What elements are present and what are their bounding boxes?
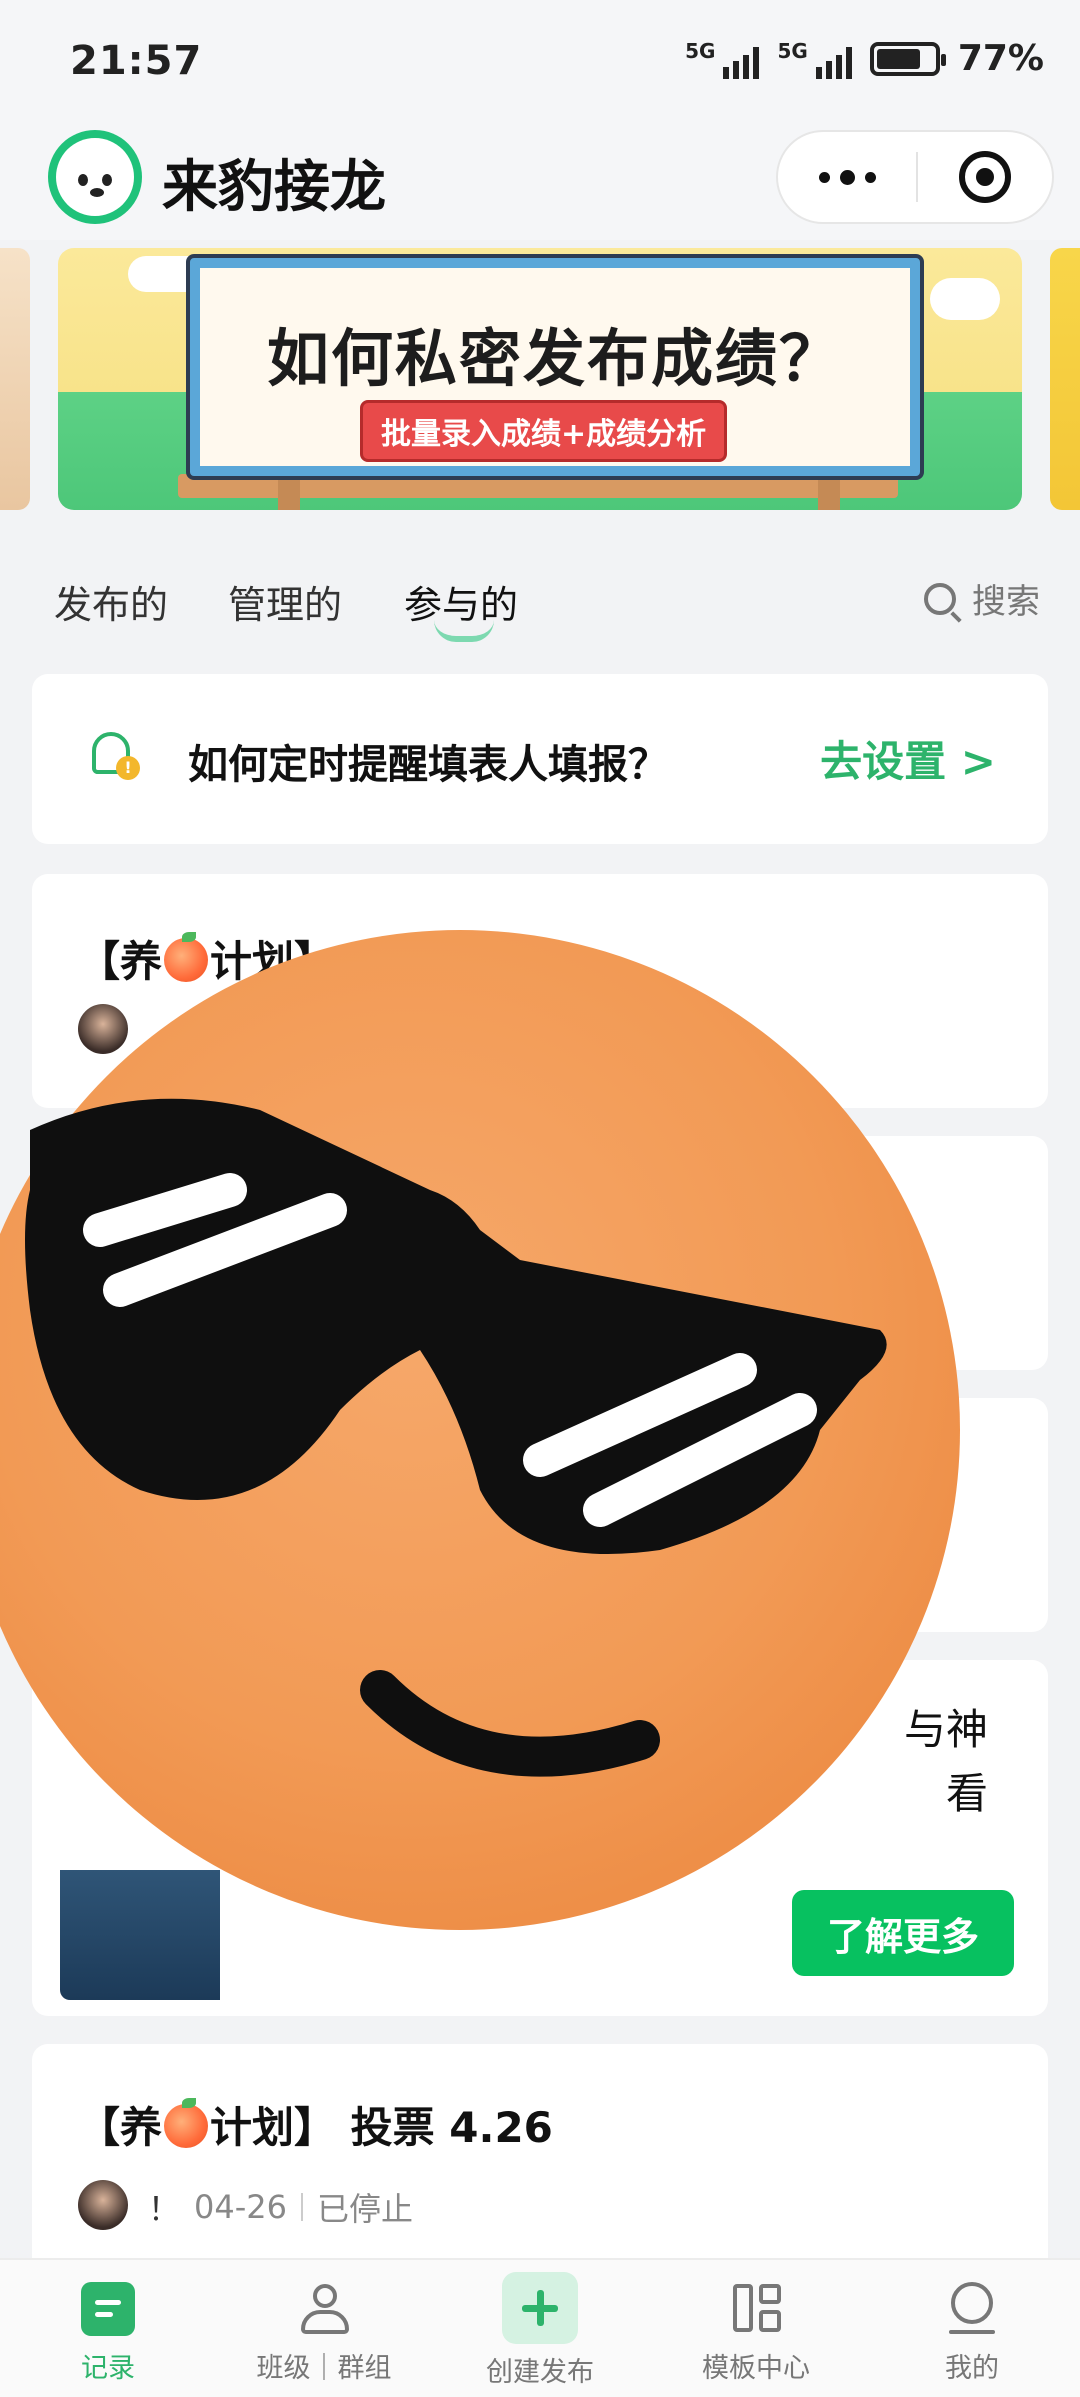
peach-icon [164, 2098, 209, 2148]
reminder-text: 如何定时提醒填表人填报？ [188, 742, 668, 788]
banner-prev-peek [0, 248, 30, 510]
list-item[interactable] [32, 1136, 1048, 1370]
status-bar: 21:57 5G 5G 77% [0, 0, 1080, 130]
banner-board: 如何私密发布成绩？ 批量录入成绩+成绩分析 [190, 258, 920, 476]
search-label: 搜索 [972, 582, 1040, 622]
record-title: 【养 计划】 投票 4.26 [78, 2098, 553, 2152]
nav-create[interactable]: 创建发布 [432, 2260, 648, 2397]
battery-percent: 77% [957, 38, 1044, 79]
nav-groups[interactable]: 班级｜群组 [216, 2260, 432, 2397]
app-logo [48, 130, 142, 224]
signal-icon: 5G [685, 39, 760, 79]
list-item[interactable]: 【养 计划】 巨新 [32, 874, 1048, 1108]
signal-icon-2: 5G [777, 39, 852, 79]
promo-card[interactable]: 与神 看 了解更多 [32, 1660, 1048, 2016]
promo-text: 与神 看 [903, 1705, 988, 1818]
bottom-nav: 记录 班级｜群组 创建发布 模板中心 我的 [0, 2258, 1080, 2397]
bell-icon: ! [86, 726, 140, 786]
mini-program-capsule [776, 130, 1054, 224]
learn-more-button[interactable]: 了解更多 [792, 1890, 1014, 1976]
record-title: 【养 计划】 巨新 [78, 932, 435, 986]
more-dots-icon[interactable] [778, 132, 916, 222]
people-icon [297, 2282, 351, 2336]
banner-carousel[interactable]: 如何私密发布成绩？ 批量录入成绩+成绩分析 [0, 246, 1080, 516]
avatar [78, 1004, 128, 1054]
status-time: 21:57 [70, 38, 203, 84]
user-icon [945, 2282, 999, 2336]
battery-level [876, 48, 920, 69]
banner-title: 如何私密发布成绩？ [266, 322, 843, 395]
banner-tag: 批量录入成绩+成绩分析 [360, 400, 728, 462]
peach-icon [164, 932, 209, 982]
reminder-card[interactable]: ! 如何定时提醒填表人填报？ 去设置 > [32, 674, 1048, 844]
active-tab-indicator [434, 620, 494, 642]
template-grid-icon [729, 2282, 783, 2336]
record-author: ！ [148, 2190, 181, 2228]
record-meta: ！ 04-26 已停止 [148, 2184, 413, 2230]
status-icons: 5G 5G 77% [685, 38, 1044, 79]
tab-published[interactable]: 发布的 [54, 574, 168, 629]
records-icon [81, 2282, 135, 2336]
promo-thumbnail [60, 1870, 220, 2000]
app-header: 来豹接龙 [0, 120, 1080, 240]
list-item[interactable]: 【养 计划】 投票 4.26 ！ 04-26 已停止 [32, 2044, 1048, 2274]
battery-icon [869, 41, 946, 76]
banner-next-peek [1050, 248, 1080, 510]
avatar [78, 2180, 128, 2230]
record-tabs: 发布的 管理的 参与的 搜索 [0, 560, 1080, 642]
plus-icon [502, 2272, 578, 2344]
list-item[interactable] [32, 1398, 1048, 1632]
search-button[interactable]: 搜索 [924, 574, 1040, 623]
nav-me[interactable]: 我的 [864, 2260, 1080, 2397]
record-status: 已停止 [317, 2190, 414, 2228]
nav-templates[interactable]: 模板中心 [648, 2260, 864, 2397]
close-target-icon[interactable] [918, 132, 1052, 222]
record-date: 04-26 [194, 2188, 287, 2226]
banner-slide[interactable]: 如何私密发布成绩？ 批量录入成绩+成绩分析 [58, 248, 1022, 510]
reminder-settings-link[interactable]: 去设置 > [820, 728, 996, 789]
search-icon [924, 582, 956, 615]
nav-records[interactable]: 记录 [0, 2260, 216, 2397]
tab-managed[interactable]: 管理的 [228, 574, 342, 629]
app-title: 来豹接龙 [162, 155, 386, 220]
